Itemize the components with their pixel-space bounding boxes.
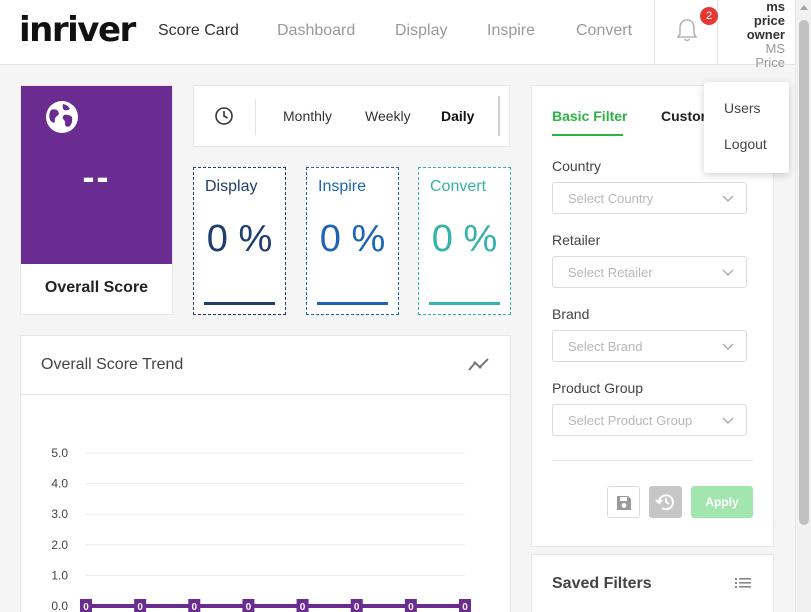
metric-title-convert: Convert — [430, 178, 487, 195]
metric-value-convert: 0 % — [431, 218, 498, 260]
period-divider-end — [498, 96, 500, 136]
scrollbar-thumb[interactable] — [799, 20, 809, 525]
user-name-line-3: owner — [746, 27, 785, 42]
menu-item-users[interactable]: Users — [724, 100, 761, 116]
trend-panel-header: Overall Score Trend — [21, 336, 510, 395]
user-org-line-1: MS — [765, 41, 786, 56]
history-icon — [655, 494, 674, 511]
user-menu-toggle[interactable]: ms price owner MS Price — [725, 0, 785, 70]
tab-custom-filter[interactable]: Custom — [661, 108, 705, 124]
user-name-line-1: ms — [766, 0, 785, 14]
retailer-select-placeholder: Select Retailer — [568, 265, 653, 280]
period-option-monthly[interactable]: Monthly — [283, 108, 332, 124]
chevron-down-icon — [722, 417, 734, 424]
data-label: 0 — [354, 602, 360, 612]
nav-convert[interactable]: Convert — [576, 22, 632, 40]
country-select-placeholder: Select Country — [568, 191, 654, 206]
y-tick-label: 0.0 — [51, 599, 68, 612]
metric-title-display: Display — [205, 178, 258, 195]
product-group-select[interactable]: Select Product Group — [552, 404, 747, 436]
scroll-up-arrow-icon[interactable] — [800, 5, 808, 10]
metric-bar-convert — [429, 302, 500, 305]
data-label: 0 — [408, 602, 414, 612]
data-label: 0 — [462, 602, 468, 612]
nav-display[interactable]: Display — [395, 22, 447, 40]
globe-icon — [46, 101, 78, 133]
period-option-daily[interactable]: Daily — [441, 108, 474, 124]
user-org-line-2: Price — [755, 55, 785, 70]
data-label: 0 — [300, 602, 306, 612]
tab-basic-filter[interactable]: Basic Filter — [552, 108, 627, 124]
y-tick-label: 3.0 — [51, 507, 68, 521]
nav-score-card[interactable]: Score Card — [158, 22, 239, 40]
brand-select-placeholder: Select Brand — [568, 339, 643, 354]
overall-score-label: Overall Score — [44, 279, 149, 296]
y-tick-label: 1.0 — [51, 568, 68, 582]
user-dropdown-menu: Users Logout — [704, 82, 789, 173]
reset-filter-button[interactable] — [649, 486, 682, 518]
retailer-label: Retailer — [552, 232, 601, 248]
trend-chart: 5.0 4.0 3.0 2.0 1.0 0.0 0 0 0 0 0 0 0 0 — [51, 446, 471, 612]
trend-line-icon[interactable] — [468, 356, 490, 374]
bell-icon — [676, 19, 698, 42]
inriver-logo[interactable]: inriver — [19, 10, 136, 50]
chevron-down-icon — [722, 343, 734, 350]
menu-item-logout[interactable]: Logout — [724, 136, 767, 152]
metric-card-convert[interactable]: Convert 0 % — [418, 167, 511, 315]
overall-score-value: -- — [82, 156, 111, 197]
country-label: Country — [552, 158, 602, 174]
overall-score-card: -- Overall Score — [20, 85, 173, 315]
product-group-label: Product Group — [552, 380, 644, 396]
metric-value-inspire: 0 % — [319, 218, 386, 260]
brand-label: Brand — [552, 306, 590, 322]
country-select[interactable]: Select Country — [552, 182, 747, 214]
metric-bar-inspire — [317, 302, 388, 305]
top-header: inriver Score Card Dashboard Display Ins… — [0, 0, 795, 70]
user-name-line-2: price — [753, 13, 785, 28]
overall-score-tile: -- — [21, 86, 172, 264]
period-option-weekly[interactable]: Weekly — [365, 108, 411, 124]
data-label: 0 — [137, 602, 143, 612]
page-scrollbar[interactable] — [795, 0, 811, 612]
data-label: 0 — [246, 602, 252, 612]
active-tab-underline — [552, 134, 623, 136]
product-group-select-placeholder: Select Product Group — [568, 413, 693, 428]
nav-inspire[interactable]: Inspire — [487, 22, 535, 40]
period-divider — [255, 99, 256, 135]
period-selector: Monthly Weekly Daily — [193, 85, 510, 147]
chevron-down-icon — [722, 195, 734, 202]
metric-card-inspire[interactable]: Inspire 0 % — [306, 167, 399, 315]
metric-title-inspire: Inspire — [318, 178, 367, 195]
y-tick-label: 4.0 — [51, 477, 68, 491]
metric-value-display: 0 % — [206, 218, 273, 260]
overall-score-trend-panel: Overall Score Trend 5.0 4.0 3.0 2.0 1.0 0.0 0 0… — [20, 335, 511, 612]
saved-filters-panel: Saved Filters — [531, 554, 774, 612]
metric-card-display[interactable]: Display 0 % — [193, 167, 286, 315]
list-icon[interactable] — [735, 577, 751, 589]
chevron-down-icon — [722, 269, 734, 276]
data-label: 0 — [83, 602, 89, 612]
nav-dashboard[interactable]: Dashboard — [277, 22, 355, 40]
save-icon — [617, 496, 631, 510]
y-tick-label: 5.0 — [51, 446, 68, 460]
apply-button[interactable]: Apply — [691, 486, 753, 518]
retailer-select[interactable]: Select Retailer — [552, 256, 747, 288]
notification-count-badge: 2 — [700, 7, 718, 25]
metric-bar-display — [204, 302, 275, 305]
y-tick-label: 2.0 — [51, 538, 68, 552]
save-filter-button[interactable] — [607, 486, 640, 518]
clock-icon — [215, 107, 233, 125]
data-label: 0 — [192, 602, 198, 612]
brand-select[interactable]: Select Brand — [552, 330, 747, 362]
filter-divider — [552, 460, 753, 461]
notifications-button[interactable]: 2 — [654, 0, 718, 65]
saved-filters-title: Saved Filters — [552, 575, 652, 592]
trend-title: Overall Score Trend — [41, 356, 184, 373]
